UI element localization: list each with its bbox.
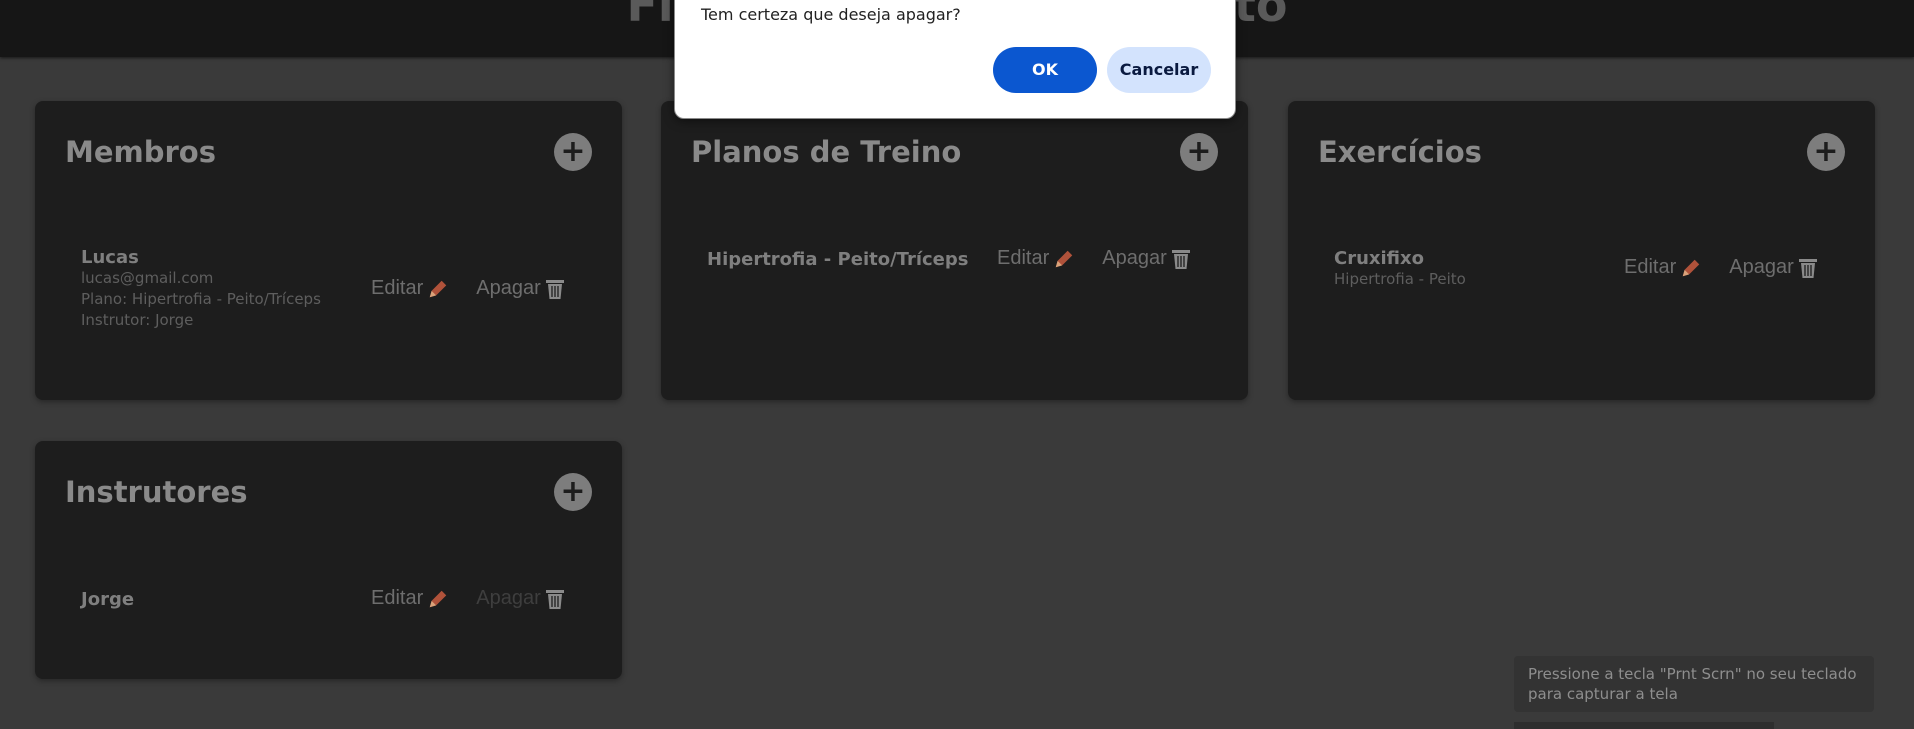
dialog-message: Tem certeza que deseja apagar? <box>701 5 961 24</box>
edit-instructor-button[interactable]: Editar <box>371 587 449 610</box>
screenshot-toast: Pressione a tecla "Prnt Scrn" no seu tec… <box>1514 656 1874 712</box>
trash-icon <box>545 279 564 299</box>
exercise-actions: Editar Apagar <box>1624 256 1818 279</box>
trash-icon <box>1171 249 1190 269</box>
member-name: Lucas <box>81 247 139 268</box>
add-exercise-button[interactable]: + <box>1807 133 1845 171</box>
plan-actions: Editar Apagar <box>997 247 1191 270</box>
pencil-icon <box>430 280 447 297</box>
instructor-actions: Editar Apagar <box>371 587 565 610</box>
toast-shadow <box>1514 722 1774 729</box>
plans-title: Planos de Treino <box>691 135 962 169</box>
pencil-icon <box>1683 259 1700 276</box>
exercise-name: Cruxifixo <box>1334 248 1424 269</box>
instructor-name: Jorge <box>81 589 135 610</box>
cancel-button[interactable]: Cancelar <box>1107 47 1211 93</box>
plus-icon: + <box>560 474 586 509</box>
list-item: Lucas lucas@gmail.com Plano: Hipertrofia… <box>81 247 321 331</box>
delete-exercise-button[interactable]: Apagar <box>1729 256 1818 279</box>
confirm-dialog: Tem certeza que deseja apagar? OK Cancel… <box>674 0 1236 119</box>
edit-label: Editar <box>997 247 1050 269</box>
delete-label: Apagar <box>476 587 541 609</box>
delete-member-button[interactable]: Apagar <box>476 277 565 300</box>
exercises-title: Exercícios <box>1318 135 1482 169</box>
edit-label: Editar <box>371 587 424 609</box>
delete-label: Apagar <box>1729 256 1794 278</box>
plus-icon: + <box>1186 134 1212 169</box>
edit-plan-button[interactable]: Editar <box>997 247 1075 270</box>
member-plan: Plano: Hipertrofia - Peito/Tríceps <box>81 290 321 308</box>
delete-instructor-button[interactable]: Apagar <box>476 587 565 610</box>
list-item: Jorge <box>81 589 134 610</box>
list-item: Cruxifixo Hipertrofia - Peito <box>1334 248 1466 290</box>
edit-exercise-button[interactable]: Editar <box>1624 256 1702 279</box>
ok-button[interactable]: OK <box>993 47 1097 93</box>
delete-label: Apagar <box>476 277 541 299</box>
edit-label: Editar <box>371 277 424 299</box>
plus-icon: + <box>1813 134 1839 169</box>
member-email: lucas@gmail.com <box>81 269 214 287</box>
add-member-button[interactable]: + <box>554 133 592 171</box>
edit-label: Editar <box>1624 256 1677 278</box>
members-card: Membros + Lucas lucas@gmail.com Plano: H… <box>35 101 622 400</box>
delete-plan-button[interactable]: Apagar <box>1102 247 1191 270</box>
pencil-icon <box>1056 250 1073 267</box>
member-actions: Editar Apagar <box>371 277 565 300</box>
edit-member-button[interactable]: Editar <box>371 277 449 300</box>
list-item: Hipertrofia - Peito/Tríceps <box>707 249 968 270</box>
exercise-plan: Hipertrofia - Peito <box>1334 270 1466 288</box>
plans-card: Planos de Treino + Hipertrofia - Peito/T… <box>661 101 1248 400</box>
members-title: Membros <box>65 135 216 169</box>
trash-icon <box>545 589 564 609</box>
add-plan-button[interactable]: + <box>1180 133 1218 171</box>
delete-label: Apagar <box>1102 247 1167 269</box>
plan-name: Hipertrofia - Peito/Tríceps <box>707 249 969 270</box>
instructors-title: Instrutores <box>65 475 248 509</box>
add-instructor-button[interactable]: + <box>554 473 592 511</box>
plus-icon: + <box>560 134 586 169</box>
pencil-icon <box>430 590 447 607</box>
trash-icon <box>1798 258 1817 278</box>
instructors-card: Instrutores + Jorge Editar Apagar <box>35 441 622 679</box>
exercises-card: Exercícios + Cruxifixo Hipertrofia - Pei… <box>1288 101 1875 400</box>
member-instructor: Instrutor: Jorge <box>81 311 194 329</box>
